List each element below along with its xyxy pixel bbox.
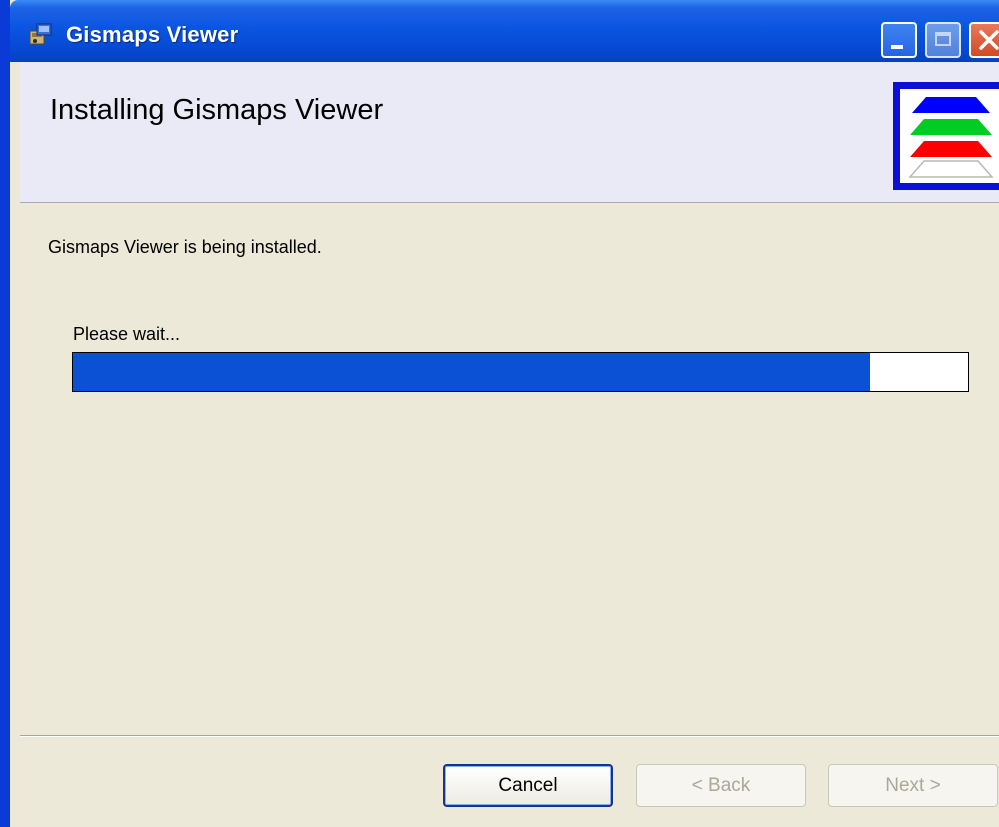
- installer-package-icon: [28, 22, 54, 46]
- window-title: Gismaps Viewer: [66, 22, 239, 47]
- minimize-button[interactable]: [881, 22, 917, 58]
- installer-window: Gismaps Viewer Installing Gismaps Viewer…: [0, 0, 999, 827]
- wait-label: Please wait...: [73, 324, 181, 344]
- close-button[interactable]: [969, 22, 999, 58]
- footer-divider: [20, 735, 999, 737]
- maximize-button[interactable]: [925, 22, 961, 58]
- header-banner: Installing Gismaps Viewer: [20, 62, 999, 203]
- progress-fill: [73, 353, 870, 391]
- page-title: Installing Gismaps Viewer: [50, 94, 384, 126]
- install-status-text: Gismaps Viewer is being installed.: [48, 237, 322, 257]
- cancel-button[interactable]: Cancel: [443, 764, 613, 807]
- next-button[interactable]: Next >: [828, 764, 998, 807]
- layers-logo-icon: [893, 82, 999, 190]
- title-bar[interactable]: Gismaps Viewer: [10, 0, 999, 62]
- close-icon: [979, 30, 999, 50]
- back-button[interactable]: < Back: [636, 764, 806, 807]
- install-progress-bar: [72, 352, 969, 392]
